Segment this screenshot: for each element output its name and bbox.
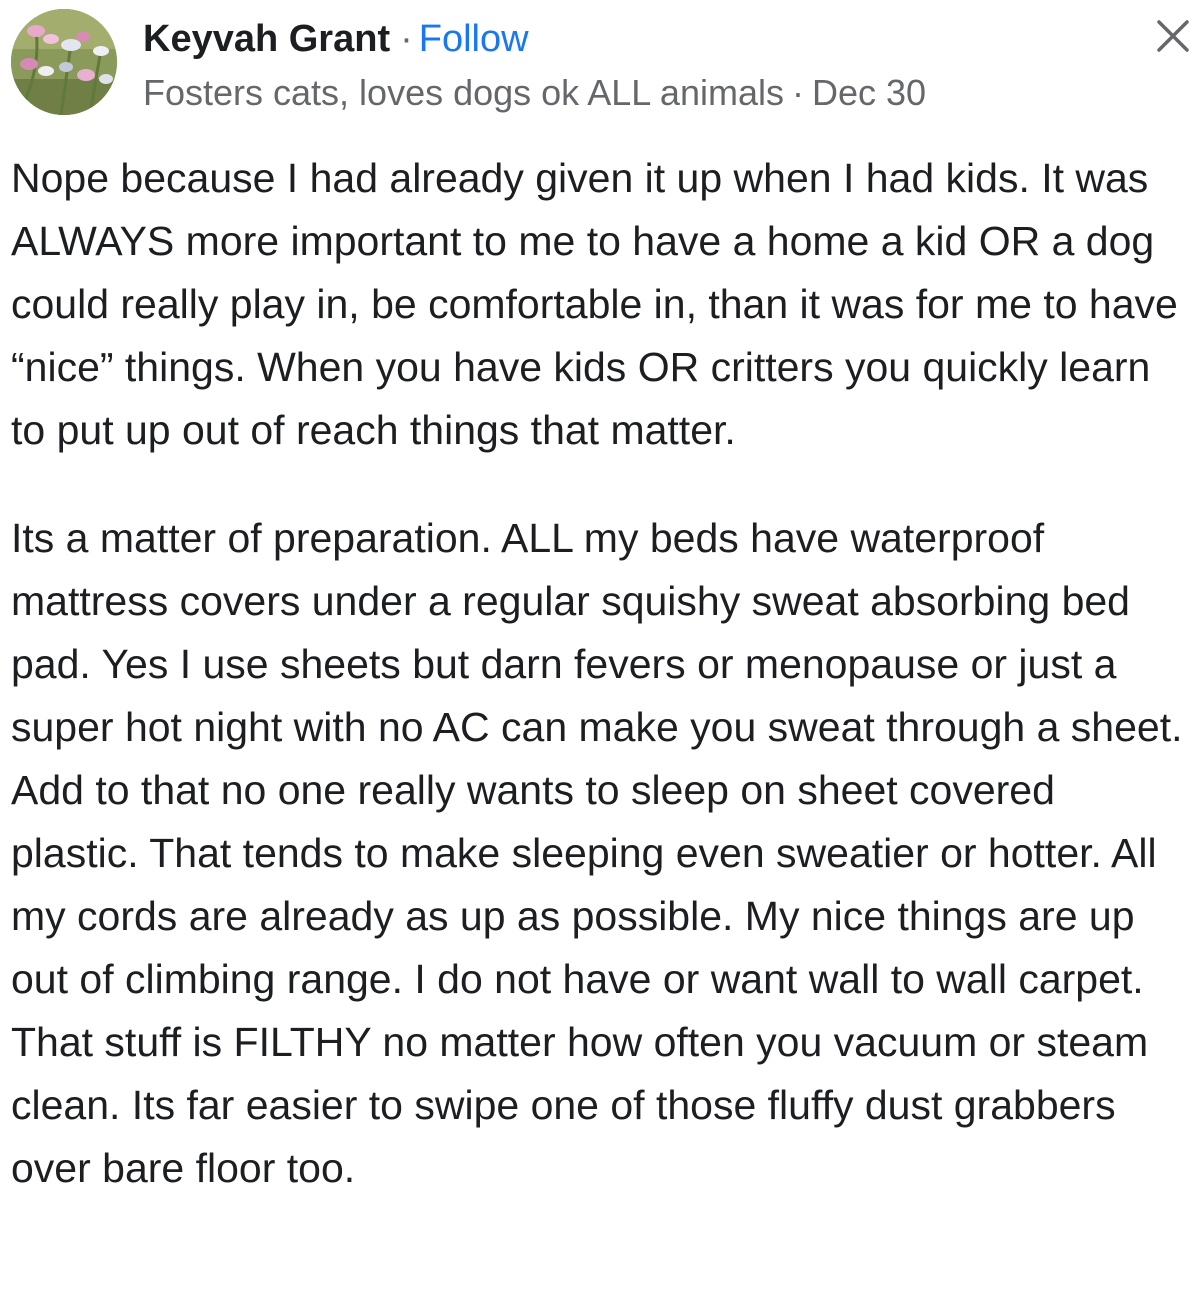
author-meta-line: Fosters cats, loves dogs ok ALL animals ·… [143,70,926,116]
author-line: Keyvah Grant · Follow [143,15,529,63]
separator-dot: · [791,72,804,113]
close-button[interactable] [1152,15,1194,57]
comment-date[interactable]: Dec 30 [812,72,926,113]
comment-header: Keyvah Grant · Follow Fosters cats, loves … [0,0,1194,130]
avatar[interactable] [11,9,117,115]
comment-body: Nope because I had already given it up w… [11,147,1191,1200]
close-icon [1157,20,1189,52]
follow-button[interactable]: Follow [419,18,529,60]
avatar-flowers-image [11,9,117,115]
comment-paragraph: Its a matter of preparation. ALL my beds… [11,515,1183,1191]
comment-paragraph: Nope because I had already given it up w… [11,155,1178,453]
separator-dot: · [400,18,413,60]
author-bio: Fosters cats, loves dogs ok ALL animals [143,72,784,113]
author-name[interactable]: Keyvah Grant [143,18,390,60]
